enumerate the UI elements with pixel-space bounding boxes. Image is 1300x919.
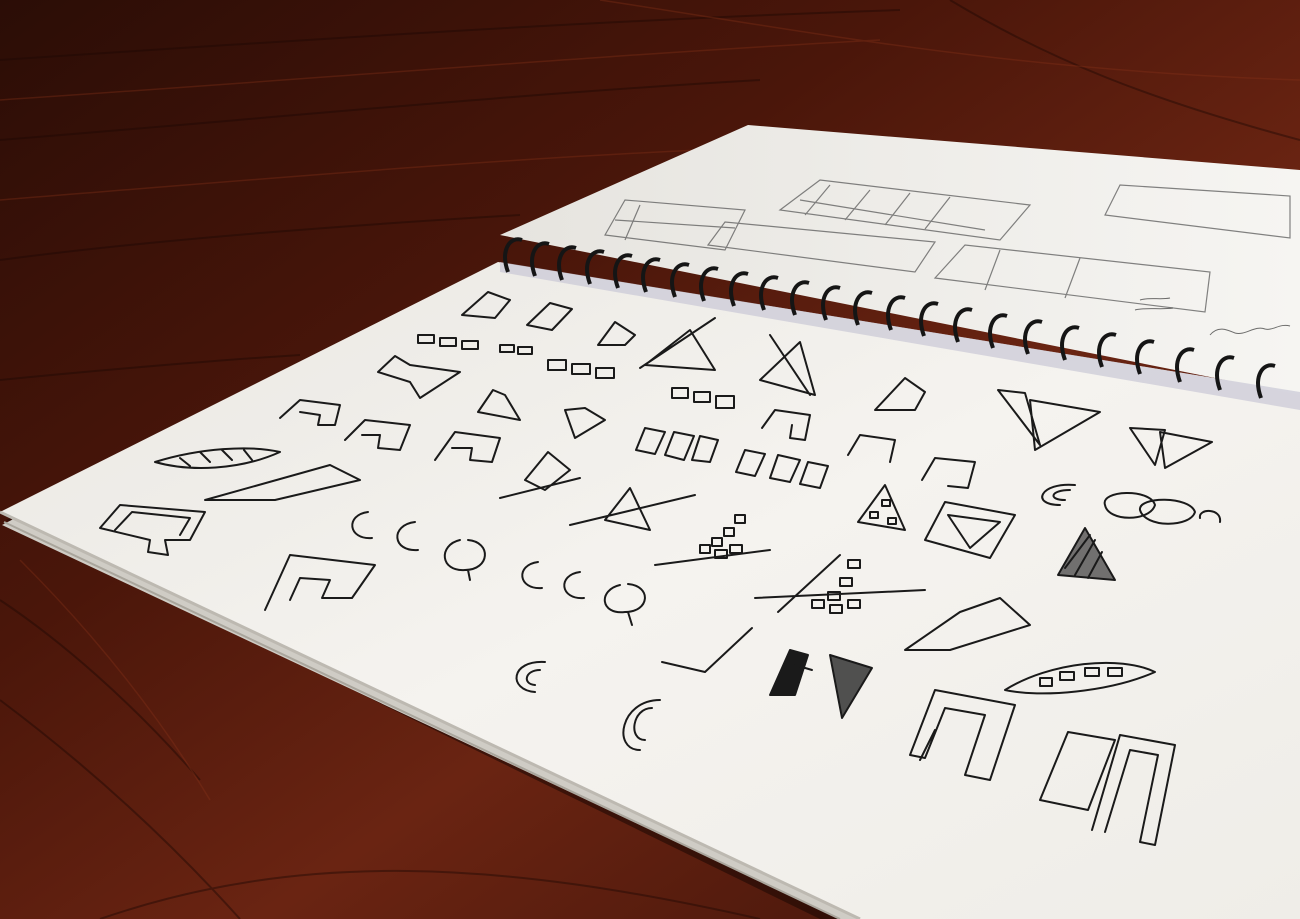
photo-scene (0, 0, 1300, 919)
